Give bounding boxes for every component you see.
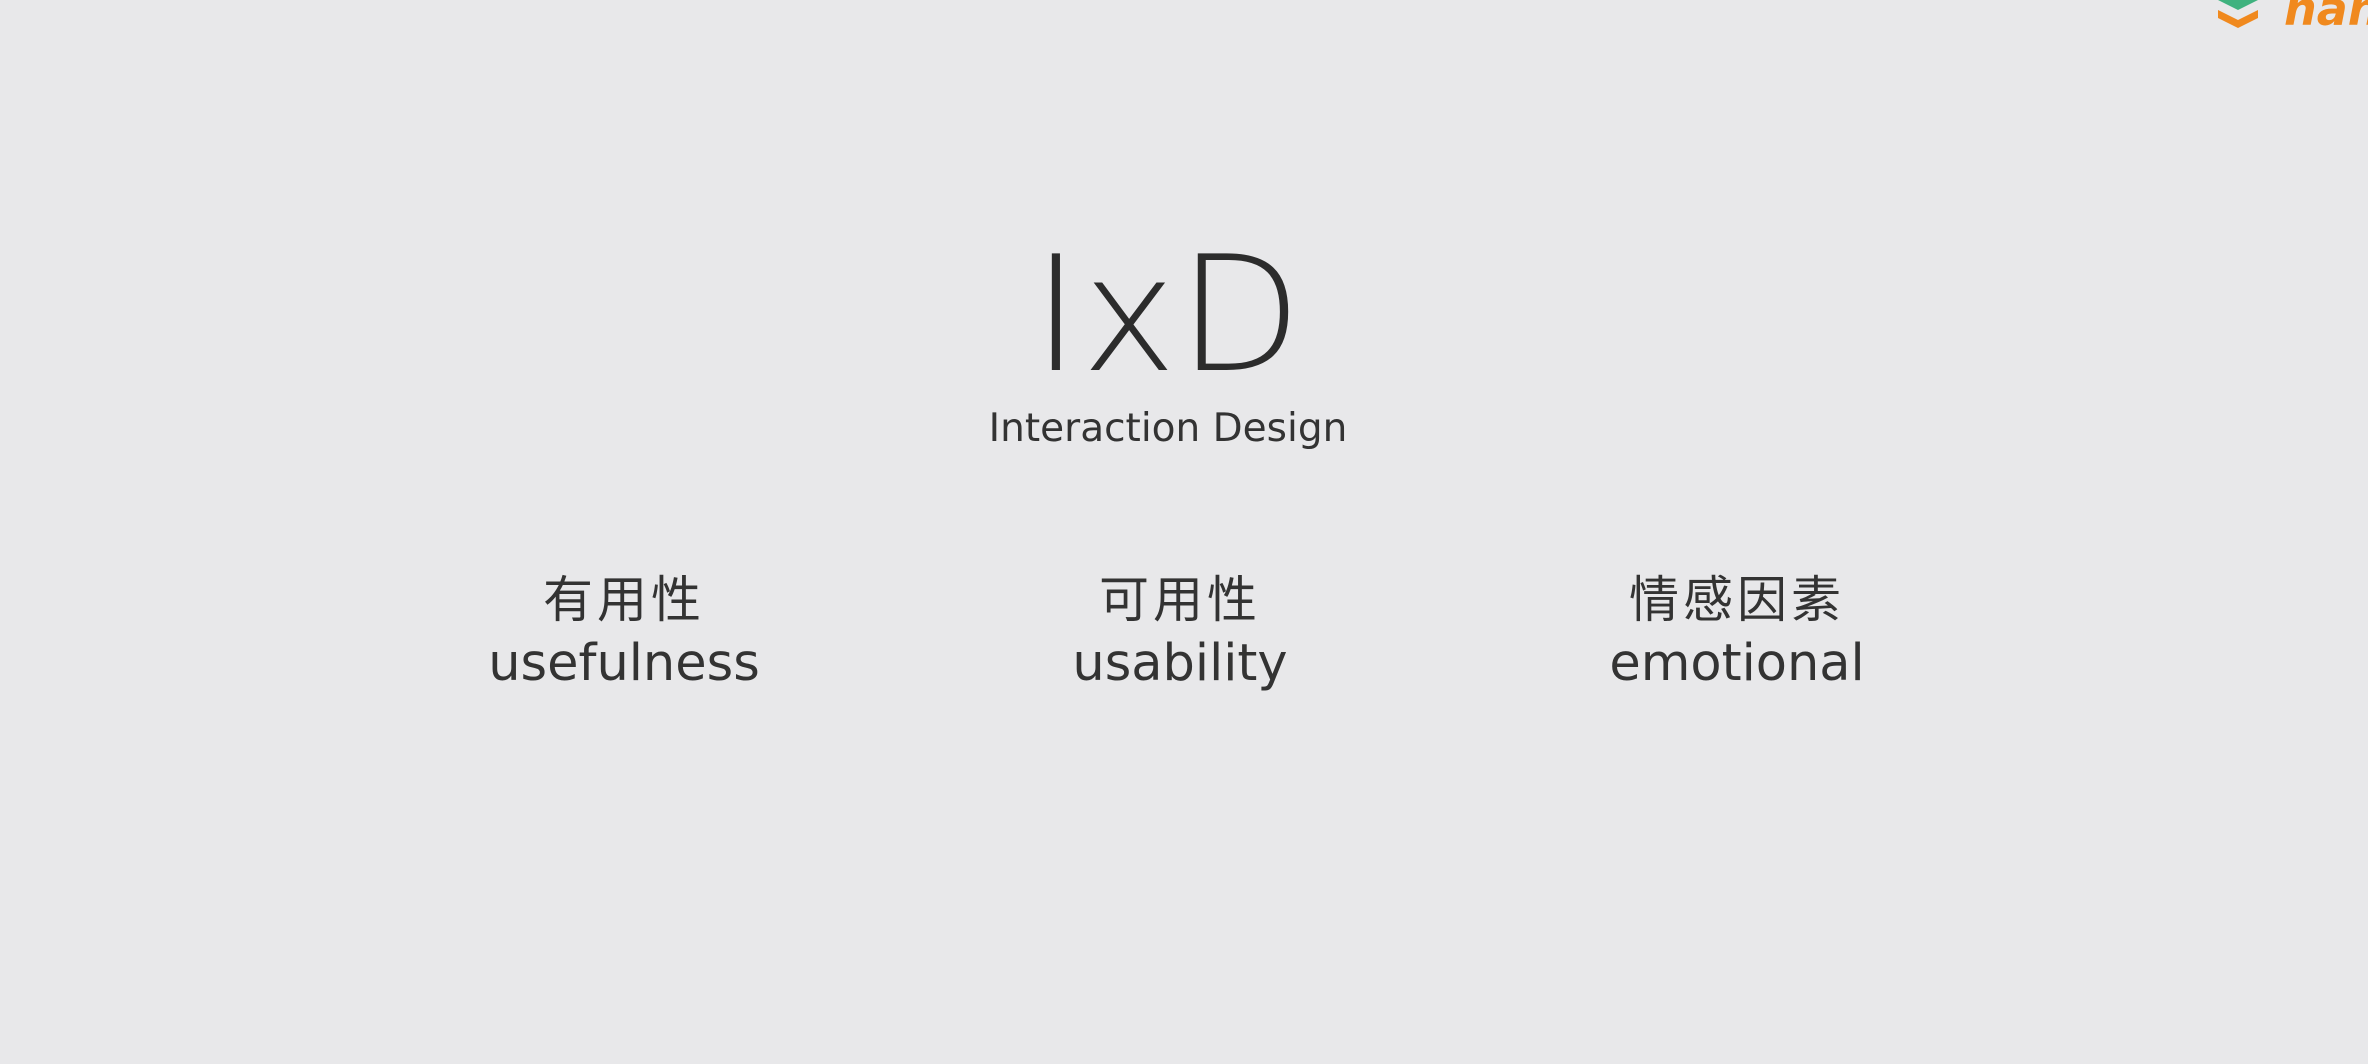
pillar-english-label: usefulness bbox=[488, 634, 760, 693]
pillar-english-label: usability bbox=[1072, 634, 1288, 693]
slide-title: IxD bbox=[1032, 221, 1304, 408]
logo-wordmark: hahe bbox=[2284, 0, 2368, 36]
pillar-english-label: emotional bbox=[1609, 634, 1865, 693]
pillar-emotional: 情感因素 emotional bbox=[1477, 568, 1997, 696]
pillar-usefulness: 有用性 usefulness bbox=[364, 568, 884, 696]
pillar-chinese-label: 情感因素 bbox=[1629, 571, 1845, 629]
pillar-usability: 可用性 usability bbox=[920, 568, 1440, 696]
pillar-chinese-label: 可用性 bbox=[1099, 571, 1261, 629]
presentation-slide: hahe IxD Interaction Design 有用性 usefulne… bbox=[0, 0, 2368, 1064]
slide-subtitle: Interaction Design bbox=[988, 406, 1348, 451]
logo-mark-icon bbox=[2218, 0, 2258, 28]
brand-logo: hahe bbox=[2210, 0, 2368, 36]
pillar-chinese-label: 有用性 bbox=[543, 571, 705, 629]
